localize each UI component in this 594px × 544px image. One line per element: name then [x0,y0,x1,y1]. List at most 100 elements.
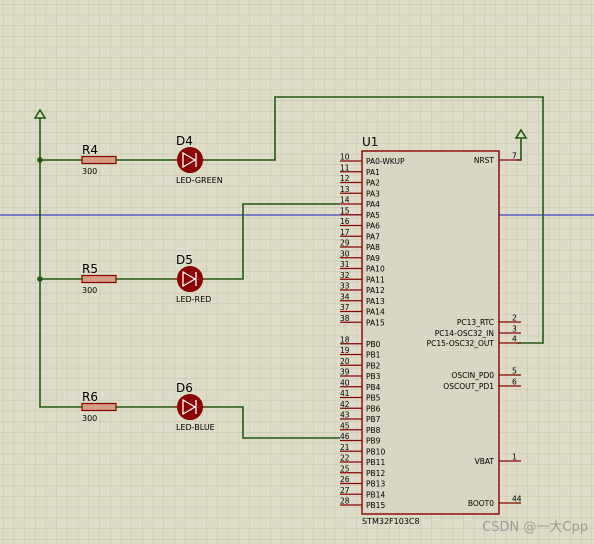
pin-name: PB9 [366,437,381,446]
pin-name: PB7 [366,415,381,424]
led-label: LED-BLUE [176,423,215,432]
pin-number: 26 [340,475,350,484]
pin-number: 11 [340,163,350,172]
pin-number: 12 [340,174,350,183]
pin-name: PA15 [366,318,385,327]
resistor-value: 300 [82,414,97,423]
pin-name: PA4 [366,200,380,209]
pin-name: PB2 [366,361,381,370]
pin-name: PC14-OSC32_IN [435,329,494,338]
pin-name: BOOT0 [468,499,494,508]
pin-number: 27 [340,486,350,495]
led-label: LED-GREEN [176,176,223,185]
pin-number: 42 [340,400,350,409]
pin-number: 44 [512,495,522,504]
pin-name: OSCIN_PD0 [451,371,494,380]
pin-name: PA11 [366,275,385,284]
resistor-ref: R6 [82,390,98,404]
pin-number: 33 [340,282,350,291]
pin-name: PA5 [366,211,380,220]
pin-name: PB14 [366,490,385,499]
pin-name: PB13 [366,480,385,489]
pin-number: 4 [512,335,517,344]
schematic-canvas: R4 300 R5 300 R6 300 D4 LED-GREEN D5 LED-RED D6 LED… [0,0,594,544]
pin-name: PA1 [366,168,380,177]
pin-number: 17 [340,228,350,237]
pin-number: 7 [512,152,517,161]
pin-name: PA8 [366,243,380,252]
pin-number: 28 [340,497,350,506]
pin-number: 46 [340,432,350,441]
pin-name: PB8 [366,426,381,435]
pin-name: PA12 [366,286,385,295]
pin-name: NRST [474,156,495,165]
pin-name: PB11 [366,458,385,467]
pin-number: 13 [340,185,350,194]
pin-number: 20 [340,357,350,366]
resistor-ref: R5 [82,262,98,276]
pin-name: PA10 [366,265,385,274]
led-body [177,394,203,420]
pin-name: PB12 [366,469,385,478]
pin-number: 38 [340,314,350,323]
pin-name: PA6 [366,222,380,231]
led-ref: D5 [176,253,193,267]
resistor-value: 300 [82,286,97,295]
led-body [177,147,203,173]
chip-u1[interactable]: U1STM32F103C810 PA0-WKUP11 PA112 PA213 PA314… [340,135,522,526]
pin-name: PB5 [366,394,381,403]
pin-name: PB1 [366,351,381,360]
pin-name: PA9 [366,254,380,263]
pin-number: 14 [340,196,350,205]
pin-name: PB4 [366,383,381,392]
pin-number: 10 [340,153,350,162]
pin-name: PA3 [366,189,380,198]
pin-number: 31 [340,260,350,269]
pin-number: 37 [340,303,350,312]
pin-name: PA2 [366,179,380,188]
pin-name: VBAT [475,457,495,466]
pin-number: 2 [512,314,517,323]
pin-number: 19 [340,346,350,355]
pin-number: 30 [340,249,350,258]
pin-name: PC13_RTC [457,318,494,327]
led-body [177,266,203,292]
pin-number: 43 [340,411,350,420]
resistor-value: 300 [82,167,97,176]
led-ref: D4 [176,134,193,148]
pin-number: 32 [340,271,350,280]
pin-number: 29 [340,239,350,248]
pin-name: PA14 [366,308,385,317]
pin-number: 6 [512,378,517,387]
pin-number: 21 [340,443,350,452]
pin-number: 15 [340,206,350,215]
led-label: LED-RED [176,295,211,304]
pin-name: PB6 [366,404,381,413]
resistor-body [81,274,117,284]
pin-name: OSCOUT_PD1 [443,382,494,391]
pin-name: PB3 [366,372,381,381]
pin-name: PA7 [366,232,380,241]
pin-number: 1 [512,453,517,462]
pin-number: 3 [512,325,517,334]
pin-name: PB15 [366,501,385,510]
pin-number: 25 [340,464,350,473]
resistor-ref: R4 [82,143,98,157]
pin-number: 41 [340,389,350,398]
pin-number: 22 [340,454,350,463]
pin-name: PB10 [366,447,385,456]
pin-number: 5 [512,367,517,376]
pin-number: 45 [340,421,350,430]
pin-number: 34 [340,292,350,301]
resistor-body [81,402,117,412]
watermark: CSDN @一大Cpp [482,520,588,535]
chip-ref: U1 [362,135,378,149]
pin-number: 16 [340,217,350,226]
resistor-body [81,155,117,165]
pin-number: 18 [340,335,350,344]
pin-name: PB0 [366,340,381,349]
pin-name: PA0-WKUP [366,157,405,166]
chip-part: STM32F103C8 [362,517,420,526]
pin-number: 39 [340,368,350,377]
pin-name: PA13 [366,297,385,306]
